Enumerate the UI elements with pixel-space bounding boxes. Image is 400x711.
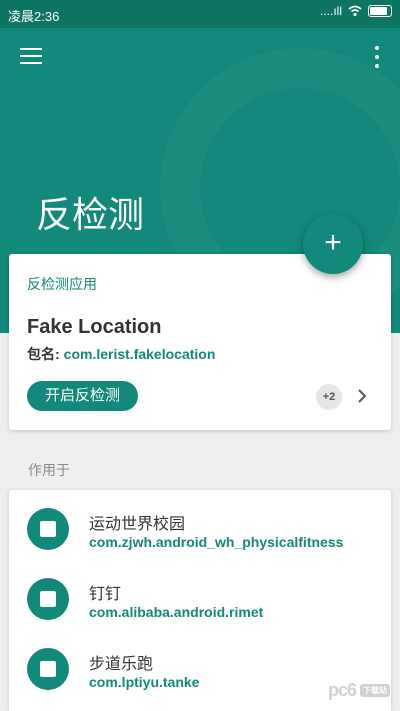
menu-icon[interactable] xyxy=(20,48,42,66)
battery-icon xyxy=(368,5,392,17)
app-package: com.lptiyu.tanke xyxy=(89,674,200,690)
card-section-title: 反检测应用 xyxy=(27,276,97,292)
extra-apps-badge[interactable]: +2 xyxy=(316,384,342,410)
signal-icon: ....ıll xyxy=(319,4,342,18)
chevron-right-icon[interactable] xyxy=(353,386,371,406)
anti-detect-app-card: 反检测应用 Fake Location 包名: com.lerist.fakelo… xyxy=(9,254,391,430)
list-item[interactable]: 运动世界校园 com.zjwh.android_wh_physicalfitne… xyxy=(9,494,391,564)
system-icons: ....ıll xyxy=(320,4,392,18)
applies-to-label: 作用于 xyxy=(28,462,70,478)
status-bar: 凌晨2:36 ....ıll xyxy=(0,0,400,28)
package-line: 包名: com.lerist.fakelocation xyxy=(27,344,215,364)
app-icon xyxy=(27,508,69,550)
app-icon xyxy=(27,648,69,690)
app-icon xyxy=(27,578,69,620)
app-package: com.zjwh.android_wh_physicalfitness xyxy=(89,534,344,550)
app-name: 步道乐跑 xyxy=(89,656,154,673)
site-watermark-logo: pc6 下载站 xyxy=(328,680,390,701)
more-vertical-icon[interactable] xyxy=(374,46,380,68)
watermark-sub: 下载站 xyxy=(360,684,390,697)
page-title: 反检测 xyxy=(36,194,145,235)
target-apps-list: 运动世界校园 com.zjwh.android_wh_physicalfitne… xyxy=(9,490,391,711)
wifi-icon xyxy=(348,5,362,17)
app-package: com.alibaba.android.rimet xyxy=(89,604,264,620)
app-name: 钉钉 xyxy=(89,586,122,603)
enable-anti-detect-button[interactable]: 开启反检测 xyxy=(27,381,139,411)
app-name: Fake Location xyxy=(27,316,162,338)
app-name: 运动世界校园 xyxy=(89,516,186,533)
package-label: 包名: xyxy=(27,346,60,362)
status-time: 凌晨2:36 xyxy=(8,9,60,24)
package-value: com.lerist.fakelocation xyxy=(63,346,216,362)
add-button[interactable]: + xyxy=(303,214,363,274)
list-item[interactable]: 钉钉 com.alibaba.android.rimet xyxy=(9,564,391,634)
watermark-text: pc6 xyxy=(327,680,357,700)
